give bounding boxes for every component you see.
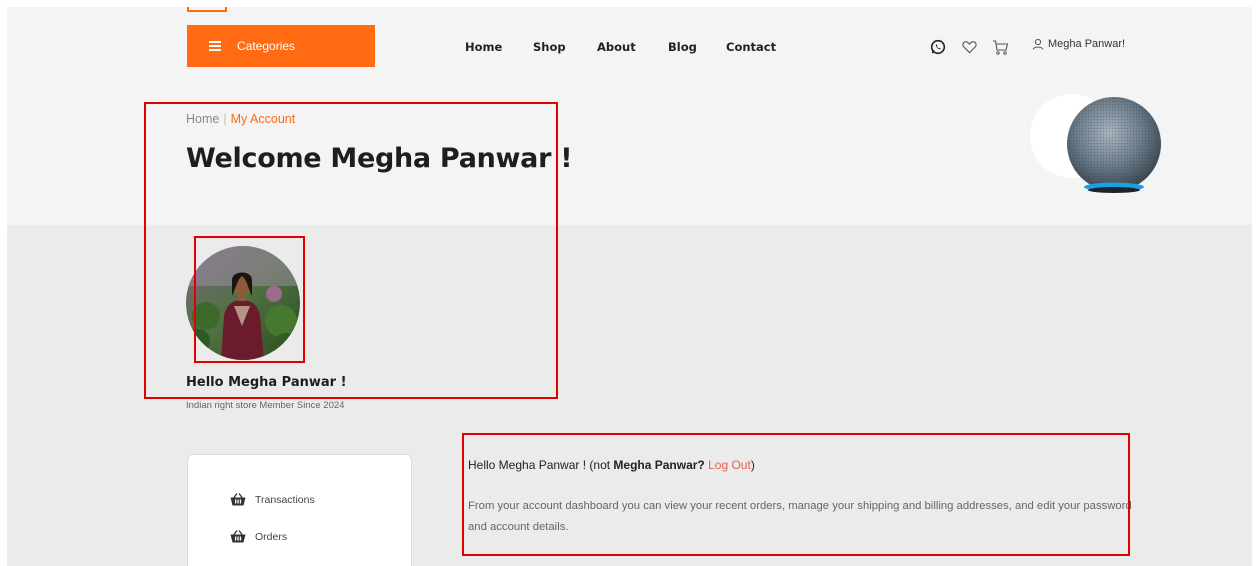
whatsapp-icon[interactable] [929,38,947,56]
categories-button[interactable]: Categories [187,25,375,67]
nav-blog[interactable]: Blog [668,40,697,54]
categories-label: Categories [237,39,296,53]
smart-speaker-image [1027,91,1162,201]
basket-icon [230,493,246,506]
page: Categories Home Shop About Blog Contact … [7,7,1252,566]
highlight-box-avatar [194,236,305,363]
nav-home[interactable]: Home [465,40,502,54]
highlight-box-dashboard [462,433,1130,556]
account-link[interactable]: Megha Panwar! [1032,38,1125,50]
nav-about[interactable]: About [597,40,636,54]
account-name: Megha Panwar! [1048,38,1126,50]
user-icon [1032,38,1044,50]
sidebar-item-orders[interactable]: Orders [230,530,287,543]
heart-icon[interactable] [960,38,978,56]
sidebar-item-label: Orders [255,530,288,543]
sidebar-item-transactions[interactable]: Transactions [230,493,315,506]
cart-icon[interactable] [991,38,1009,56]
menu-icon [209,41,221,51]
sidebar-item-label: Transactions [255,493,315,506]
account-sidebar: Transactions Orders [187,454,412,566]
member-since: Indian right store Member Since 2024 [186,400,345,411]
nav-contact[interactable]: Contact [726,40,776,54]
logo-fragment [187,7,227,12]
basket-icon [230,530,246,543]
nav-shop[interactable]: Shop [533,40,566,54]
